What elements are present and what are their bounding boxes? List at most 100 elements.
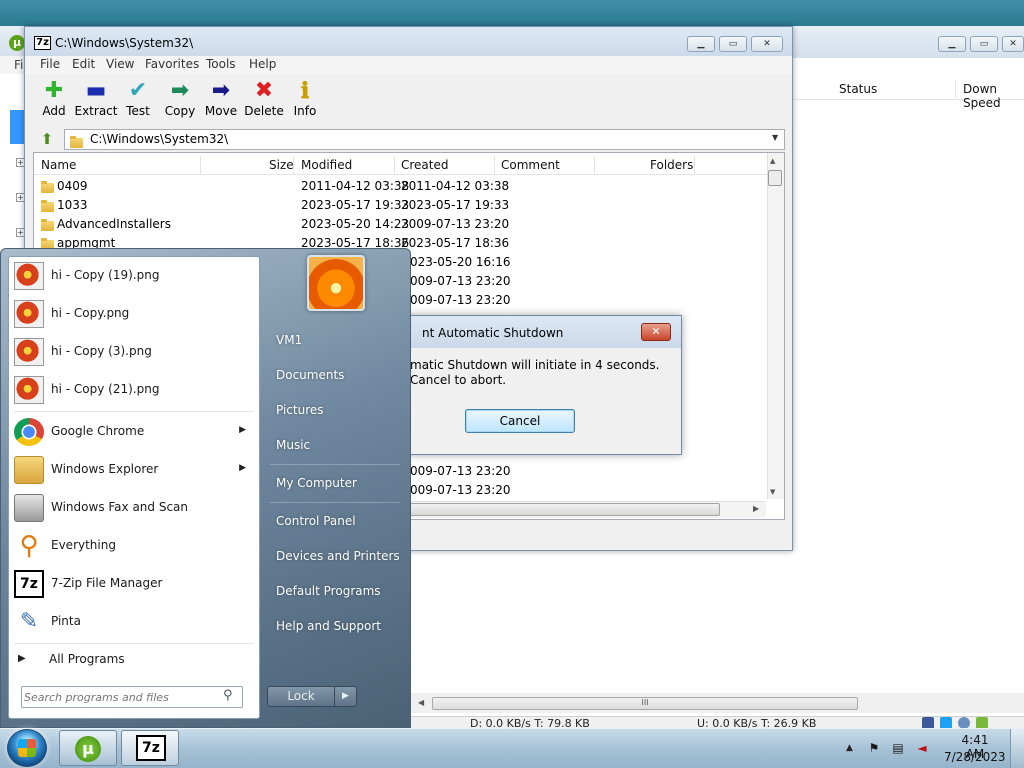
chevron-down-icon[interactable]: ▼ xyxy=(772,133,778,142)
utorrent-col-status[interactable]: Status xyxy=(839,82,877,96)
menu-tools[interactable]: Tools xyxy=(206,57,236,71)
add-button[interactable]: ✚ Add xyxy=(32,79,76,123)
7zip-icon: 7z xyxy=(34,36,51,50)
submenu-arrow-icon[interactable]: ▶ xyxy=(239,463,246,473)
program-label: Pinta xyxy=(51,614,81,628)
recent-file-item[interactable]: hi - Copy (19).png xyxy=(10,258,258,294)
folder-icon xyxy=(41,200,54,212)
move-button[interactable]: ➡ Move xyxy=(199,79,243,123)
folder-up-icon[interactable]: ⬆ xyxy=(36,130,58,148)
check-icon: ✔ xyxy=(128,78,148,103)
column-divider xyxy=(494,156,495,174)
cancel-button[interactable]: Cancel xyxy=(465,409,575,433)
all-programs-label: All Programs xyxy=(49,652,125,666)
window-title: C:\Windows\System32\ xyxy=(55,36,194,50)
col-created[interactable]: Created xyxy=(401,158,449,172)
startmenu-link-help-support[interactable]: Help and Support xyxy=(276,619,381,633)
utorrent-close-button[interactable]: ✕ xyxy=(1002,36,1024,52)
recent-file-item[interactable]: hi - Copy.png xyxy=(10,296,258,332)
col-size[interactable]: Size xyxy=(269,158,294,172)
startmenu-link-pictures[interactable]: Pictures xyxy=(276,403,324,417)
info-button[interactable]: ℹ Info xyxy=(283,79,327,123)
plus-icon: ✚ xyxy=(44,78,64,103)
show-desktop-button[interactable] xyxy=(1010,729,1024,768)
startmenu-link-default-programs[interactable]: Default Programs xyxy=(276,584,381,598)
7zip-icon: 7z xyxy=(14,570,44,598)
row-created: 2009-07-13 23:20 xyxy=(401,217,510,231)
dialog-close-button[interactable]: ✕ xyxy=(641,323,671,341)
col-comment[interactable]: Comment xyxy=(501,158,560,172)
hscroll-thumb[interactable] xyxy=(410,503,720,516)
column-divider xyxy=(955,80,956,98)
program-windows-explorer[interactable]: Windows Explorer ▶ xyxy=(10,452,258,488)
dialog-message-abort: Cancel to abort. xyxy=(410,373,507,387)
startmenu-link-my-computer[interactable]: My Computer xyxy=(276,476,357,490)
column-divider xyxy=(594,156,595,174)
recent-file-item[interactable]: hi - Copy (3).png xyxy=(10,334,258,370)
copy-arrow-icon: ➡ xyxy=(170,78,190,103)
file-list-vscrollbar[interactable] xyxy=(767,153,784,499)
network-icon[interactable]: ▤ xyxy=(891,741,905,755)
submenu-arrow-icon[interactable]: ▶ xyxy=(239,425,246,435)
explorer-icon xyxy=(14,456,44,484)
scroll-left-icon[interactable]: ◀ xyxy=(418,698,424,707)
startmenu-link-documents[interactable]: Documents xyxy=(276,368,344,382)
startmenu-link-user[interactable]: VM1 xyxy=(276,333,302,347)
row-name: 0409 xyxy=(57,179,88,193)
recent-file-item[interactable]: hi - Copy (21).png xyxy=(10,372,258,408)
close-button[interactable]: ✕ xyxy=(751,36,783,52)
delete-button[interactable]: ✖ Delete xyxy=(242,79,286,123)
maximize-button[interactable]: ▭ xyxy=(719,36,747,52)
menu-help[interactable]: Help xyxy=(249,57,276,71)
menu-file[interactable]: File xyxy=(40,57,60,71)
utorrent-hscroll-thumb[interactable]: III xyxy=(432,697,858,710)
program-google-chrome[interactable]: Google Chrome ▶ xyxy=(10,414,258,450)
utorrent-col-down-speed[interactable]: Down Speed xyxy=(963,82,1024,110)
startmenu-link-control-panel[interactable]: Control Panel xyxy=(276,514,356,528)
utorrent-icon: µ xyxy=(9,35,25,51)
scroll-down-icon[interactable]: ▼ xyxy=(770,488,775,496)
7zip-icon: 7z xyxy=(136,735,166,761)
info-label: Info xyxy=(293,104,317,118)
program-7zip[interactable]: 7z 7-Zip File Manager xyxy=(10,566,258,602)
scroll-right-icon[interactable]: ▶ xyxy=(753,504,759,513)
lock-button[interactable]: Lock xyxy=(267,686,335,707)
startmenu-link-devices-printers[interactable]: Devices and Printers xyxy=(276,549,400,563)
flag-icon[interactable]: ⚑ xyxy=(867,741,881,755)
minimize-button[interactable]: ▁ xyxy=(687,36,715,52)
menu-divider xyxy=(270,464,400,465)
utorrent-icon: µ xyxy=(75,736,101,762)
shutdown-options-button[interactable]: ▶ xyxy=(334,686,357,707)
show-hidden-icons[interactable]: ▲ xyxy=(846,743,853,753)
move-label: Move xyxy=(204,104,238,118)
utorrent-minimize-button[interactable]: ▁ xyxy=(938,36,966,52)
program-everything[interactable]: ⚲ Everything xyxy=(10,528,258,564)
menu-edit[interactable]: Edit xyxy=(72,57,95,71)
folder-icon xyxy=(70,135,83,148)
program-pinta[interactable]: ✎ Pinta xyxy=(10,604,258,640)
search-icon[interactable]: ⚲ xyxy=(223,688,233,703)
extract-button[interactable]: ▬ Extract xyxy=(74,79,118,123)
menu-favorites[interactable]: Favorites xyxy=(145,57,199,71)
volume-muted-icon[interactable]: ◄ xyxy=(915,741,929,755)
utorrent-maximize-button[interactable]: ▭ xyxy=(970,36,998,52)
row-created: 2023-05-17 18:36 xyxy=(401,236,510,250)
search-input[interactable] xyxy=(24,689,214,705)
row-created: 2023-05-17 19:33 xyxy=(401,198,510,212)
image-file-icon xyxy=(14,376,44,404)
program-fax-and-scan[interactable]: Windows Fax and Scan xyxy=(10,490,258,526)
startmenu-link-music[interactable]: Music xyxy=(276,438,310,452)
test-button[interactable]: ✔ Test xyxy=(116,79,160,123)
menu-view[interactable]: View xyxy=(106,57,134,71)
column-divider xyxy=(200,156,201,174)
col-modified[interactable]: Modified xyxy=(301,158,352,172)
col-name[interactable]: Name xyxy=(41,158,76,172)
clock-date[interactable]: 7/28/2023 xyxy=(944,750,1006,764)
address-text[interactable]: C:\Windows\System32\ xyxy=(90,132,228,146)
row-created-partial: 009-07-13 23:20 xyxy=(410,483,511,497)
scroll-up-icon[interactable]: ▲ xyxy=(770,157,775,165)
copy-button[interactable]: ➡ Copy xyxy=(158,79,202,123)
col-folders[interactable]: Folders xyxy=(650,158,693,172)
user-avatar[interactable] xyxy=(307,255,365,311)
vscroll-thumb[interactable] xyxy=(768,170,782,186)
